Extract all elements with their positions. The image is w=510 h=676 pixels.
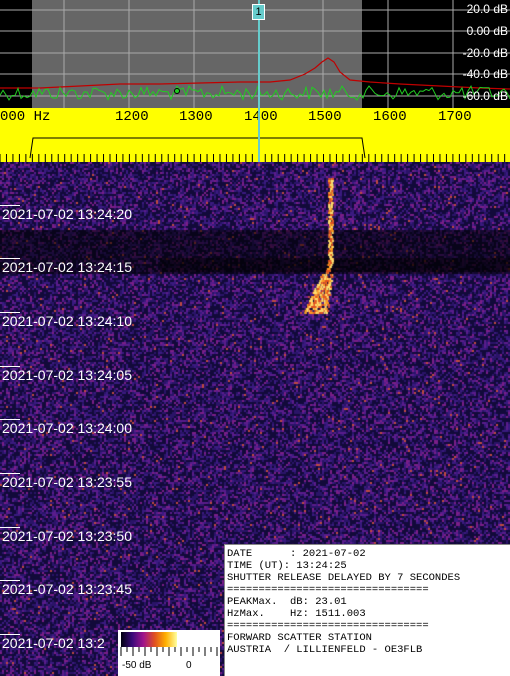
marker-label[interactable]: 1 xyxy=(252,4,265,20)
color-scale: -50 dB 0 xyxy=(118,630,220,676)
scale-ticks xyxy=(120,647,218,656)
db-label-20: 20.0 dB xyxy=(466,2,508,16)
time-row: TIME (UT): 13:24:25 xyxy=(227,560,347,572)
peak-dot xyxy=(174,88,180,94)
peak-hz-row: HzMax. Hz: 1511.003 xyxy=(227,608,366,620)
station-row: FORWARD SCATTER STATION xyxy=(227,632,372,644)
timestamp-label: 2021-07-02 13:24:10 xyxy=(2,313,132,329)
timestamp-label: 2021-07-02 13:24:15 xyxy=(2,259,132,275)
db-label-neg40: -40.0 dB xyxy=(462,67,508,81)
location-row: AUSTRIA / LILLIENFELD - OE3FLB xyxy=(227,644,423,656)
shutter-row: SHUTTER RELEASE DELAYED BY 7 SECONDES xyxy=(227,572,461,584)
timestamp-label: 2021-07-02 13:24:20 xyxy=(2,206,132,222)
date-row: DATE : 2021-07-02 xyxy=(227,548,366,560)
filter-bracket xyxy=(29,137,366,159)
separator-row: ================================ xyxy=(227,620,429,632)
info-panel: DATE : 2021-07-02 TIME (UT): 13:24:25 SH… xyxy=(224,544,510,676)
db-label-0: 0.00 dB xyxy=(466,24,508,38)
separator-row: ================================ xyxy=(227,584,429,596)
timestamp-label: 2021-07-02 13:23:55 xyxy=(2,474,132,490)
scale-min-label: -50 dB xyxy=(122,660,152,671)
timestamp-label: 2021-07-02 13:23:50 xyxy=(2,528,132,544)
passband-highlight xyxy=(32,0,362,108)
timestamp-label: 2021-07-02 13:2 xyxy=(2,635,105,651)
frequency-scale[interactable]: 000 Hz 1200 1300 1400 1500 1600 1700 xyxy=(0,108,510,162)
timestamp-label: 2021-07-02 13:23:45 xyxy=(2,581,132,597)
db-label-neg20: -20.0 dB xyxy=(462,46,508,60)
color-gradient xyxy=(121,632,177,647)
db-label-neg60: -60.0 dB xyxy=(462,89,508,103)
timestamp-label: 2021-07-02 13:24:05 xyxy=(2,367,132,383)
timestamp-label: 2021-07-02 13:24:00 xyxy=(2,420,132,436)
scale-max-label: 0 xyxy=(186,660,192,671)
spectrum-display[interactable]: 1 20.0 dB 0.00 dB -20.0 dB -40.0 dB -60.… xyxy=(0,0,510,108)
frequency-ticks xyxy=(0,108,506,162)
peak-db-row: PEAKMax. dB: 23.01 xyxy=(227,596,347,608)
